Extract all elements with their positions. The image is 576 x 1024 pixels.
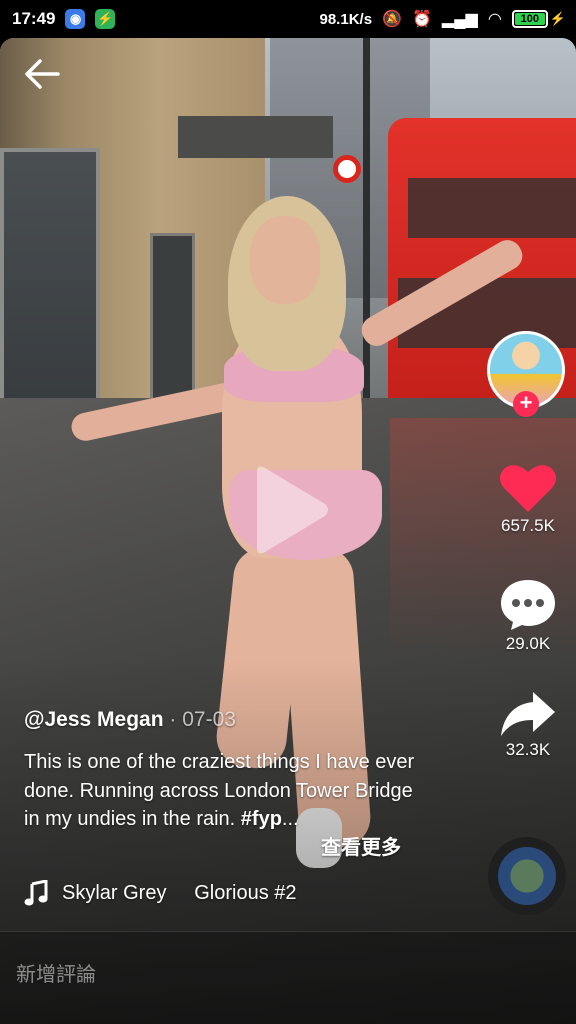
alarm-icon: ⏰ (411, 11, 432, 28)
username-line: @Jess Megan · 07-03 (24, 708, 464, 732)
comment-bar (0, 931, 576, 1024)
music-title: Skylar Grey Glorious #2 (62, 881, 297, 904)
see-more-link[interactable]: 查看更多 (321, 834, 401, 863)
share-arrow-icon[interactable] (499, 690, 557, 738)
comment-count: 29.0K (505, 634, 551, 653)
music-note-icon (24, 880, 48, 906)
underground-sign (333, 155, 361, 183)
status-time: 17:49 (12, 9, 56, 28)
mute-icon: 🔕 (382, 11, 402, 28)
share-count: 32.3K (505, 740, 551, 759)
person-head (250, 216, 320, 304)
app-notification-icon: ◉ (65, 9, 86, 29)
scene-pole (363, 38, 370, 413)
play-icon[interactable] (243, 460, 333, 560)
like-button[interactable]: 657.5K (490, 462, 566, 536)
music-line[interactable]: Skylar Grey Glorious #2 (24, 880, 297, 906)
battery-level: 100 (514, 13, 545, 25)
music-disc-icon[interactable] (488, 837, 566, 915)
like-count: 657.5K (501, 516, 555, 535)
battery-icon: 100 ⚡ (511, 10, 566, 28)
wifi-icon: ◠ (487, 11, 502, 28)
heart-icon[interactable] (498, 462, 558, 514)
post-date: · 07-03 (169, 708, 236, 731)
creator-avatar[interactable]: + (487, 331, 565, 417)
status-bar: 17:49 ◉ ⚡ 98.1K/s 🔕 ⏰ ▂▄▆ ◠ 100 ⚡ (0, 0, 576, 38)
caption-ellipsis: ... (281, 808, 299, 830)
share-button[interactable]: 32.3K (490, 690, 566, 760)
comment-bubble-icon[interactable] (498, 576, 558, 632)
signal-icon: ▂▄▆ (441, 11, 478, 28)
comment-input[interactable] (16, 962, 516, 986)
hashtag-link[interactable]: #fyp (241, 808, 282, 830)
caption-text: This is one of the craziest things I hav… (24, 751, 415, 830)
scene-awning (178, 116, 333, 158)
username[interactable]: @Jess Megan (24, 708, 164, 731)
network-speed: 98.1K/s (319, 10, 373, 28)
post-info: @Jess Megan · 07-03 This is one of the c… (24, 708, 464, 859)
back-arrow-icon[interactable] (22, 54, 62, 94)
post-caption: This is one of the craziest things I hav… (24, 748, 424, 859)
follow-plus-icon[interactable]: + (513, 391, 539, 417)
comment-button[interactable]: 29.0K (490, 576, 566, 654)
bolt-notification-icon: ⚡ (95, 9, 116, 29)
